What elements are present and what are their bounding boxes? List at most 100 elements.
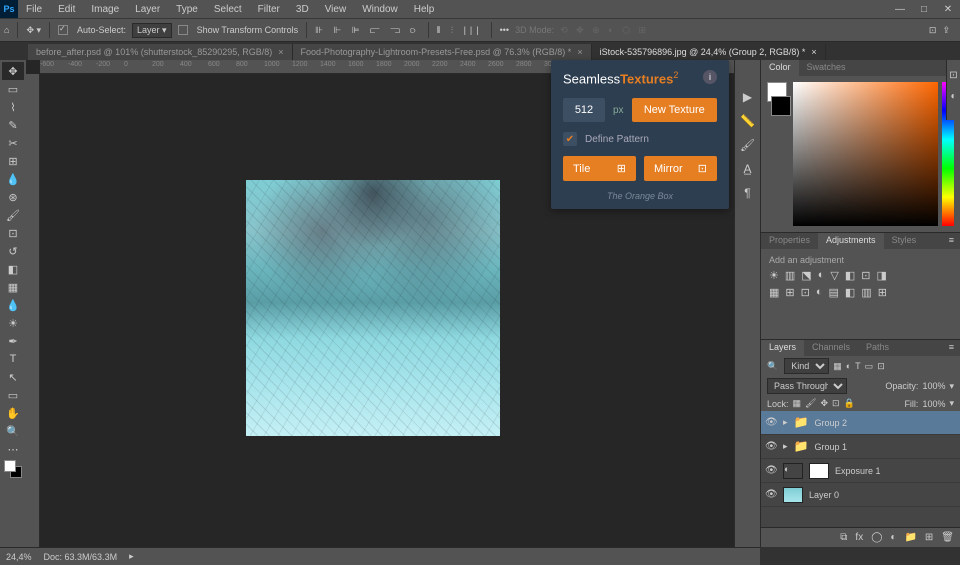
layer-fx-icon[interactable]: fx <box>855 532 863 543</box>
color-picker[interactable] <box>793 82 938 226</box>
lock-artboard-icon[interactable]: ⊡ <box>832 398 840 409</box>
menu-help[interactable]: Help <box>406 2 443 17</box>
history-brush-tool[interactable]: ↺ <box>2 242 24 260</box>
path-tool[interactable]: ↖ <box>2 368 24 386</box>
mirror-button[interactable]: Mirror⊡ <box>644 156 717 181</box>
layer-mask-icon[interactable]: ◯ <box>871 532 882 543</box>
layer-row[interactable]: 👁 ◐ Exposure 1 <box>761 459 960 483</box>
search-icon[interactable]: ⊡ <box>929 25 937 36</box>
distribute-icons[interactable]: ⫴ ⫶ ||| <box>437 25 483 36</box>
menu-view[interactable]: View <box>317 2 355 17</box>
layer-row[interactable]: 👁 ▸ 📁 Group 2 <box>761 411 960 435</box>
canvas-area[interactable]: -600-400-2000200400600800100012001400160… <box>26 60 734 547</box>
share-icon[interactable]: ⇪ <box>942 25 950 36</box>
dodge-tool[interactable]: ☀ <box>2 314 24 332</box>
new-texture-button[interactable]: New Texture <box>632 98 717 122</box>
fill-value[interactable]: 100% <box>922 399 945 409</box>
lock-all-icon[interactable]: 🔒 <box>844 398 855 409</box>
layer-filter-kind[interactable]: Kind <box>784 358 829 374</box>
menu-window[interactable]: Window <box>354 2 406 17</box>
close-icon[interactable]: × <box>577 47 582 57</box>
eyedropper-tool[interactable]: 💧 <box>2 170 24 188</box>
foreground-background-colors[interactable] <box>4 460 22 478</box>
levels-icon[interactable]: ▥ <box>785 269 795 282</box>
new-group-icon[interactable]: 📁 <box>904 532 916 543</box>
selective-color-icon[interactable]: ⊞ <box>878 286 887 299</box>
lock-position-icon[interactable]: ✥ <box>820 398 828 409</box>
quick-select-tool[interactable]: ✎ <box>2 116 24 134</box>
zoom-tool[interactable]: 🔍 <box>2 422 24 440</box>
color-tab[interactable]: Color <box>761 60 799 76</box>
panel-menu-icon[interactable]: ≡ <box>943 340 960 356</box>
colorbalance-icon[interactable]: ⊡ <box>861 269 870 282</box>
color-lookup-icon[interactable]: ⊡ <box>801 286 810 299</box>
para-panel-icon[interactable]: ¶ <box>744 186 750 200</box>
vibrance-icon[interactable]: ▽ <box>830 269 838 282</box>
lock-transparency-icon[interactable]: ▦ <box>793 398 802 409</box>
menu-file[interactable]: File <box>18 2 50 17</box>
close-icon[interactable]: × <box>278 47 283 57</box>
document-canvas[interactable] <box>246 180 500 436</box>
layers-tab[interactable]: Layers <box>761 340 804 356</box>
marquee-tool[interactable]: ▭ <box>2 80 24 98</box>
gradient-map-icon[interactable]: ▥ <box>861 286 871 299</box>
background-swatch[interactable] <box>771 96 791 116</box>
more-icon[interactable]: ••• <box>500 25 509 35</box>
auto-select-target[interactable]: Layer ▾ <box>132 23 172 38</box>
visibility-icon[interactable]: 👁 <box>765 489 777 500</box>
hue-icon[interactable]: ◧ <box>845 269 855 282</box>
char-panel-icon[interactable]: A̲ <box>743 162 751 176</box>
brush-presets-icon[interactable]: 🖌 <box>740 138 755 152</box>
zoom-level[interactable]: 24,4% <box>6 552 32 562</box>
menu-select[interactable]: Select <box>206 2 250 17</box>
lock-pixels-icon[interactable]: 🖌 <box>805 398 816 409</box>
window-maximize[interactable]: □ <box>912 0 936 18</box>
status-arrow-icon[interactable]: ▸ <box>129 551 134 562</box>
curves-icon[interactable]: ⬔ <box>801 269 811 282</box>
define-pattern-checkbox[interactable]: ✔ <box>563 132 577 146</box>
menu-type[interactable]: Type <box>168 2 206 17</box>
posterize-icon[interactable]: ▤ <box>829 286 839 299</box>
play-icon[interactable]: ▶ <box>743 90 752 104</box>
crop-tool[interactable]: ✂ <box>2 134 24 152</box>
filter-adjust-icon[interactable]: ◐ <box>846 361 851 371</box>
doc-size[interactable]: Doc: 63.3M/63.3M <box>44 552 118 562</box>
align-icons[interactable]: ⊪ ⊩ ⊫ ⫍ ⫎ ⫐ <box>315 25 419 36</box>
shape-tool[interactable]: ▭ <box>2 386 24 404</box>
stamp-tool[interactable]: ⊡ <box>2 224 24 242</box>
properties-tab[interactable]: Properties <box>761 233 818 249</box>
adjustments-tab[interactable]: Adjustments <box>818 233 884 249</box>
filter-smart-icon[interactable]: ⊡ <box>877 361 885 372</box>
home-icon[interactable]: ⌂ <box>4 25 9 35</box>
type-tool[interactable]: T <box>2 350 24 368</box>
frame-tool[interactable]: ⊞ <box>2 152 24 170</box>
texture-size-input[interactable] <box>563 98 605 122</box>
blur-tool[interactable]: 💧 <box>2 296 24 314</box>
brush-tool[interactable]: 🖌 <box>2 206 24 224</box>
info-icon[interactable]: i <box>703 70 717 84</box>
paths-tab[interactable]: Paths <box>858 340 897 356</box>
eraser-tool[interactable]: ◧ <box>2 260 24 278</box>
filter-shape-icon[interactable]: ▭ <box>865 361 874 372</box>
invert-icon[interactable]: ◐ <box>816 286 823 299</box>
auto-select-checkbox[interactable] <box>58 25 68 35</box>
expand-icon[interactable]: ▸ <box>783 441 788 452</box>
strip-icon[interactable]: ⊡ <box>949 70 957 81</box>
move-tool[interactable]: ✥ <box>2 62 24 80</box>
blend-mode-select[interactable]: Pass Through <box>767 378 847 394</box>
more-tools[interactable]: ⋯ <box>2 440 24 458</box>
filter-type-icon[interactable]: T <box>855 361 861 371</box>
layer-row[interactable]: 👁 Layer 0 <box>761 483 960 507</box>
link-layers-icon[interactable]: ⧉ <box>840 532 847 543</box>
new-layer-icon[interactable]: ⊞ <box>925 532 933 543</box>
channel-mixer-icon[interactable]: ⊞ <box>785 286 794 299</box>
show-transform-checkbox[interactable] <box>178 25 188 35</box>
new-adjustment-icon[interactable]: ◐ <box>890 532 896 543</box>
filter-pixel-icon[interactable]: ▦ <box>833 361 842 372</box>
channels-tab[interactable]: Channels <box>804 340 858 356</box>
strip-icon[interactable]: ◐ <box>950 91 956 102</box>
delete-layer-icon[interactable]: 🗑 <box>941 532 954 543</box>
doc-tab-1[interactable]: Food-Photography-Lightroom-Presets-Free.… <box>293 44 592 60</box>
exposure-icon[interactable]: ◐ <box>818 269 825 282</box>
visibility-icon[interactable]: 👁 <box>765 441 777 452</box>
